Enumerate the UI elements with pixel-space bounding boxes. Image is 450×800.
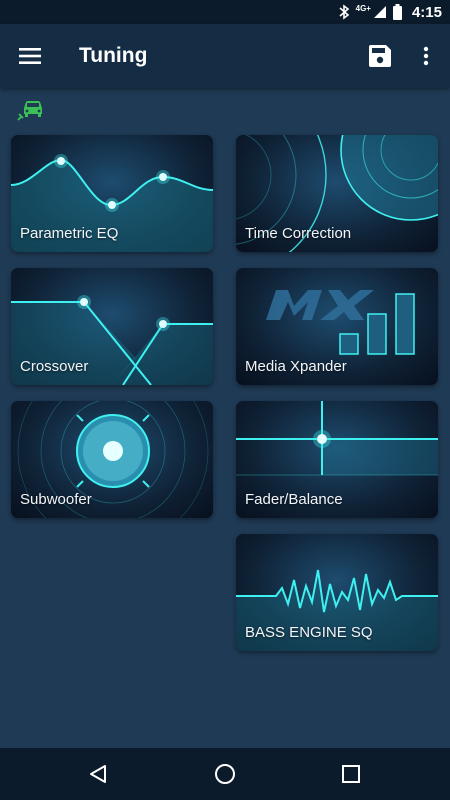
tile-label: Parametric EQ (20, 225, 119, 242)
tile-label: Media Xpander (245, 358, 347, 375)
tile-label: Fader/Balance (245, 491, 343, 508)
car-connection-icon[interactable] (16, 98, 44, 122)
more-options-button[interactable] (408, 36, 444, 76)
network-type-label: 4G+ (355, 3, 371, 13)
status-bar: 4G+ 4:15 (0, 0, 450, 24)
tile-bass-engine-sq[interactable]: BASS ENGINE SQ (236, 534, 438, 651)
back-button[interactable] (78, 758, 118, 790)
battery-icon (392, 4, 402, 20)
home-icon (215, 764, 235, 784)
app-bar: Tuning (0, 24, 450, 88)
tile-fader-balance[interactable]: Fader/Balance (236, 401, 438, 518)
save-icon (369, 45, 391, 67)
status-icons: 4G+ 4:15 (338, 0, 442, 24)
tile-label: Subwoofer (20, 491, 92, 508)
menu-icon (19, 48, 41, 64)
tile-label: BASS ENGINE SQ (245, 624, 373, 641)
tile-crossover[interactable]: Crossover (11, 268, 213, 385)
signal-icon (373, 6, 386, 18)
back-icon (90, 765, 106, 783)
tile-subwoofer[interactable]: Subwoofer (11, 401, 213, 518)
tile-label: Crossover (20, 358, 89, 375)
menu-button[interactable] (10, 36, 50, 76)
status-time: 4:15 (411, 3, 442, 21)
save-button[interactable] (360, 36, 400, 76)
tile-label: Time Correction (245, 225, 352, 242)
bluetooth-icon (339, 4, 349, 20)
tile-time-correction[interactable]: Time Correction (236, 135, 438, 252)
tile-media-xpander[interactable]: Media Xpander (236, 268, 438, 385)
page-title: Tuning (79, 44, 148, 67)
tile-parametric-eq[interactable]: Parametric EQ (11, 135, 213, 252)
more-vert-icon (423, 46, 429, 66)
recents-button[interactable] (331, 758, 371, 790)
home-button[interactable] (205, 758, 245, 790)
system-nav-bar (0, 748, 450, 800)
recents-icon (342, 765, 360, 783)
